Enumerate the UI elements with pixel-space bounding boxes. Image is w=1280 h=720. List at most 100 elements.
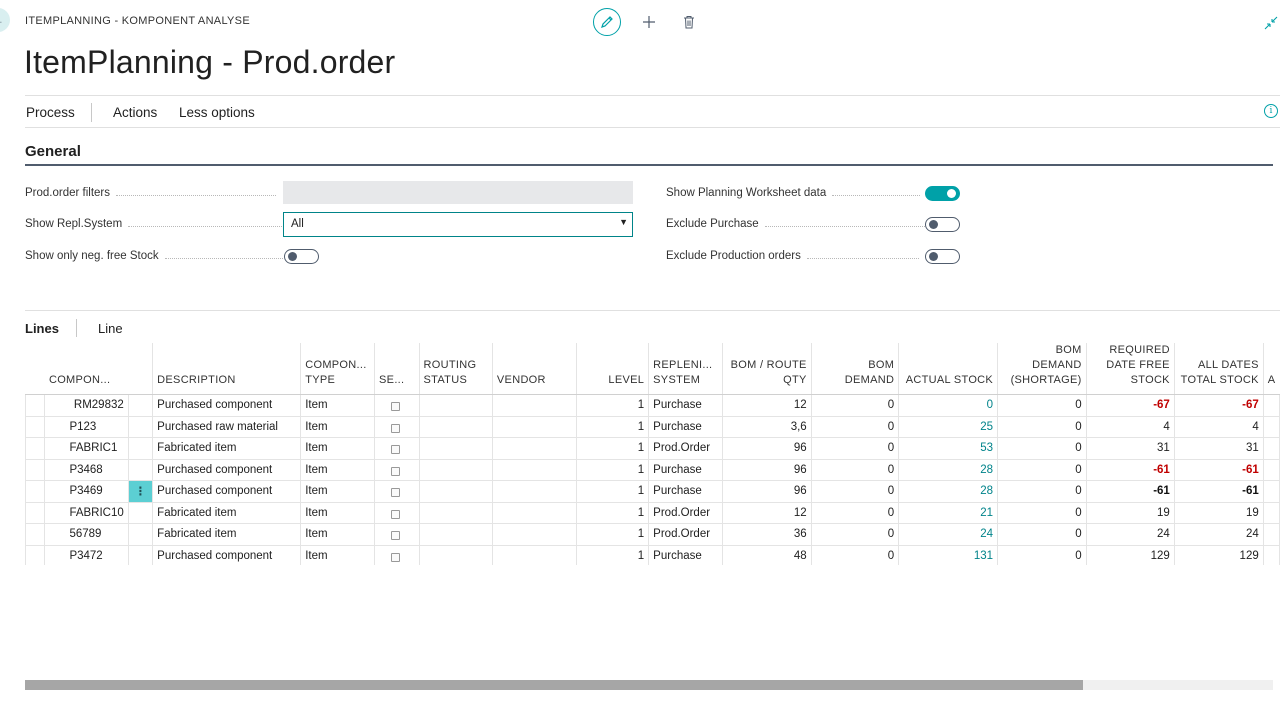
- cell-component[interactable]: RM29832: [44, 394, 129, 417]
- prod-order-filters-input[interactable]: [283, 181, 633, 204]
- back-button[interactable]: ←: [0, 8, 10, 32]
- tab-lines[interactable]: Lines: [25, 321, 59, 336]
- less-options-button[interactable]: Less options: [179, 105, 255, 120]
- se-checkbox[interactable]: [391, 531, 401, 541]
- cell-se[interactable]: [374, 501, 420, 524]
- cell-actual-stock[interactable]: 25: [898, 415, 999, 438]
- col-required-date-free-stock[interactable]: REQUIRED DATE FREE STOCK: [1085, 343, 1175, 395]
- col-replenishment-system[interactable]: REPLENI... SYSTEM: [648, 343, 723, 395]
- table-row[interactable]: 56789 Fabricated item Item 1 Prod.Order …: [25, 523, 1280, 546]
- row-menu-button[interactable]: ⋮: [127, 480, 154, 503]
- table-row[interactable]: P3468 Purchased component Item 1 Purchas…: [25, 458, 1280, 481]
- new-button[interactable]: [639, 12, 659, 32]
- se-checkbox[interactable]: [391, 466, 401, 476]
- row-selector[interactable]: [25, 544, 46, 565]
- table-row[interactable]: FABRIC10 Fabricated item Item 1 Prod.Ord…: [25, 501, 1280, 524]
- table-row[interactable]: FABRIC1 Fabricated item Item 1 Prod.Orde…: [25, 437, 1280, 460]
- row-selector[interactable]: [25, 501, 46, 524]
- cell-se[interactable]: [374, 544, 420, 565]
- cell-more: [1262, 544, 1280, 565]
- cell-component[interactable]: 56789: [44, 523, 129, 546]
- actions-menu[interactable]: Actions: [113, 105, 157, 120]
- cell-qty: 3,6: [721, 415, 812, 438]
- col-actual-stock[interactable]: ACTUAL STOCK: [898, 343, 998, 395]
- cell-component[interactable]: P123: [44, 415, 129, 438]
- cell-shortage: 0: [997, 544, 1087, 565]
- lines-bar: Lines Line: [25, 310, 1280, 343]
- horizontal-scrollbar[interactable]: [25, 680, 1273, 690]
- se-checkbox[interactable]: [391, 423, 401, 433]
- col-bom-demand-shortage[interactable]: BOM DEMAND (SHORTAGE): [997, 343, 1087, 395]
- row-selector[interactable]: [25, 394, 46, 417]
- col-vendor[interactable]: VENDOR: [491, 343, 577, 395]
- cell-actual-stock[interactable]: 53: [898, 437, 999, 460]
- se-checkbox[interactable]: [391, 509, 401, 519]
- cell-type: Item: [300, 523, 376, 546]
- cell-component[interactable]: P3468: [44, 458, 129, 481]
- cell-component[interactable]: FABRIC10: [44, 501, 129, 524]
- table-row-selected[interactable]: P3469 ⋮ Purchased component Item 1 Purch…: [25, 480, 1280, 503]
- cell-required: 4: [1085, 415, 1175, 438]
- table-row[interactable]: P3472 Purchased component Item 1 Purchas…: [25, 544, 1280, 565]
- cell-actual-stock[interactable]: 21: [898, 501, 999, 524]
- tab-line[interactable]: Line: [98, 321, 123, 336]
- cell-bom-demand: 0: [810, 544, 900, 565]
- cell-qty: 12: [721, 394, 812, 417]
- col-all-dates-total-stock[interactable]: ALL DATES TOTAL STOCK: [1173, 343, 1264, 395]
- table-row[interactable]: P123 Purchased raw material Item 1 Purch…: [25, 415, 1280, 438]
- cell-actual-stock[interactable]: 0: [898, 394, 999, 417]
- row-selector[interactable]: [25, 437, 46, 460]
- edit-button[interactable]: [593, 8, 621, 36]
- col-more[interactable]: A: [1262, 343, 1280, 395]
- col-component-type[interactable]: COMPON... TYPE: [300, 343, 375, 395]
- col-bom-demand[interactable]: BOM DEMAND: [810, 343, 899, 395]
- col-component[interactable]: COMPON...: [44, 343, 129, 395]
- cell-component[interactable]: FABRIC1: [44, 437, 129, 460]
- cell-se[interactable]: [374, 437, 420, 460]
- col-se[interactable]: SE...: [374, 343, 420, 395]
- delete-button[interactable]: [679, 12, 699, 32]
- cell-se[interactable]: [374, 394, 420, 417]
- se-checkbox[interactable]: [391, 488, 401, 498]
- cell-actual-stock[interactable]: 131: [898, 544, 999, 565]
- row-selector[interactable]: [25, 458, 46, 481]
- info-icon[interactable]: i: [1264, 104, 1278, 118]
- dropdown-arrow-icon: ▼: [619, 217, 628, 227]
- col-level[interactable]: LEVEL: [575, 343, 649, 395]
- cell-shortage: 0: [997, 458, 1087, 481]
- row-selector[interactable]: [25, 415, 46, 438]
- cell-description: Purchased component: [152, 458, 302, 481]
- cell-level: 1: [575, 415, 650, 438]
- row-selector[interactable]: [25, 523, 46, 546]
- col-description[interactable]: DESCRIPTION: [152, 343, 301, 395]
- cell-vendor: [491, 415, 577, 438]
- col-routing-status[interactable]: ROUTING STATUS: [418, 343, 493, 395]
- scrollbar-thumb[interactable]: [25, 680, 1083, 690]
- se-checkbox[interactable]: [391, 402, 401, 412]
- cell-se[interactable]: [374, 523, 420, 546]
- cell-actual-stock[interactable]: 28: [898, 458, 999, 481]
- cell-se[interactable]: [374, 458, 420, 481]
- show-only-neg-free-stock-toggle[interactable]: [284, 249, 319, 264]
- cell-actual-stock[interactable]: 28: [898, 480, 999, 503]
- ellipsis-vertical-icon: ⋮: [134, 486, 147, 499]
- cell-component[interactable]: P3472: [44, 544, 129, 565]
- col-bom-route-qty[interactable]: BOM / ROUTE QTY: [721, 343, 812, 395]
- general-section-title[interactable]: General: [25, 143, 81, 160]
- cell-component[interactable]: P3469: [44, 480, 129, 503]
- row-menu-cell: [127, 394, 154, 417]
- collapse-button[interactable]: [1264, 16, 1278, 30]
- show-repl-system-select[interactable]: All ▼: [283, 212, 633, 237]
- cell-actual-stock[interactable]: 24: [898, 523, 999, 546]
- row-selector[interactable]: [25, 480, 46, 503]
- cell-se[interactable]: [374, 415, 420, 438]
- se-checkbox[interactable]: [391, 445, 401, 455]
- plus-icon: [643, 16, 655, 28]
- show-planning-worksheet-toggle[interactable]: [925, 186, 960, 201]
- exclude-purchase-toggle[interactable]: [925, 217, 960, 232]
- cell-se[interactable]: [374, 480, 420, 503]
- table-row[interactable]: RM29832 Purchased component Item 1 Purch…: [25, 394, 1280, 417]
- se-checkbox[interactable]: [391, 552, 401, 562]
- process-menu[interactable]: Process: [26, 105, 75, 120]
- exclude-production-orders-toggle[interactable]: [925, 249, 960, 264]
